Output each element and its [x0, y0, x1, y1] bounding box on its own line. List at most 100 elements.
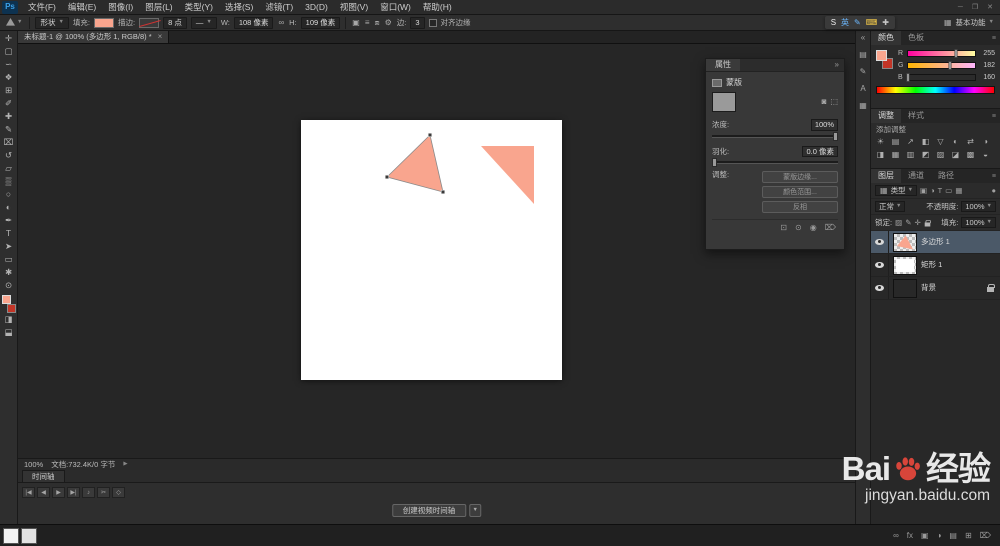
menu-item[interactable]: 图像(I) [102, 0, 139, 15]
frame-thumbnail[interactable] [3, 527, 19, 544]
fill-opacity-field[interactable]: 100% ▼ [961, 217, 996, 228]
channel-value[interactable]: 182 [979, 62, 995, 69]
menu-item[interactable]: 图层(L) [139, 0, 178, 15]
document-canvas[interactable] [301, 120, 562, 380]
clone-stamp-tool-icon[interactable]: ⌧ [0, 136, 18, 149]
zoom-tool-icon[interactable]: ⊙ [0, 279, 18, 292]
color-spectrum-bar[interactable] [876, 86, 995, 94]
link-dimensions-icon[interactable]: ∞ [277, 18, 285, 27]
invert-icon[interactable]: ◩ [918, 149, 933, 162]
sogou-icon[interactable]: S [831, 18, 836, 27]
tab-paths[interactable]: 路径 [931, 169, 961, 183]
menu-item[interactable]: 视图(V) [334, 0, 374, 15]
tab-adjustments[interactable]: 调整 [871, 109, 901, 123]
menu-item[interactable]: 帮助(H) [417, 0, 458, 15]
first-frame-button[interactable]: |◀ [22, 487, 35, 498]
exposure-icon[interactable]: ◧ [918, 136, 933, 149]
layer-thumbnail[interactable] [893, 232, 917, 252]
path-selection-tool-icon[interactable]: ➤ [0, 240, 18, 253]
tab-channels[interactable]: 通道 [901, 169, 931, 183]
posterize-icon[interactable]: ▨ [933, 149, 948, 162]
zoom-level[interactable]: 100% [24, 461, 43, 469]
tab-swatches[interactable]: 色板 [901, 31, 931, 45]
quick-selection-tool-icon[interactable]: ❖ [0, 71, 18, 84]
filter-toggle-icon[interactable]: ● [991, 187, 996, 195]
channel-ramp-slider[interactable] [907, 49, 976, 58]
channel-value[interactable]: 160 [979, 74, 995, 81]
pen-tool-icon[interactable]: ✒ [0, 214, 18, 227]
link-layers-icon[interactable]: ∞ [893, 531, 899, 540]
eraser-tool-icon[interactable]: ▱ [0, 162, 18, 175]
new-layer-icon[interactable]: ⊞ [965, 531, 972, 540]
levels-icon[interactable]: ▤ [888, 136, 903, 149]
screen-mode-icon[interactable]: ⬓ [0, 326, 18, 339]
panel-menu-icon[interactable]: ≡ [988, 109, 1000, 123]
channel-ramp-slider[interactable] [907, 61, 976, 70]
lock-option-icon[interactable]: ✎ [905, 219, 911, 227]
brush-panel-icon[interactable]: ✎ [860, 68, 867, 76]
width-field[interactable]: 108 像素 [233, 16, 274, 29]
delete-mask-icon[interactable]: ⌦ [825, 224, 836, 232]
marquee-tool-icon[interactable]: ▢ [0, 45, 18, 58]
color-balance-icon[interactable]: ⇄ [963, 136, 978, 149]
expand-panels-icon[interactable]: « [861, 34, 865, 42]
photo-filter-icon[interactable]: ◨ [873, 149, 888, 162]
tab-styles[interactable]: 样式 [901, 109, 931, 123]
menu-item[interactable]: 类型(Y) [179, 0, 219, 15]
height-field[interactable]: 109 像素 [300, 16, 341, 29]
background-color-swatch[interactable] [6, 304, 16, 313]
filter-smart-objects-icon[interactable]: ▦ [955, 187, 962, 195]
stroke-width-field[interactable]: 8 点 [163, 16, 187, 29]
channel-mixer-icon[interactable]: ▦ [888, 149, 903, 162]
sogou-icon[interactable]: ✚ [882, 18, 889, 27]
hand-tool-icon[interactable]: ✱ [0, 266, 18, 279]
menu-item[interactable]: 3D(D) [299, 0, 334, 15]
play-button[interactable]: ▶ [52, 487, 65, 498]
layer-thumbnail[interactable] [893, 255, 917, 275]
channel-ramp-slider[interactable] [906, 73, 976, 82]
create-video-timeline-button[interactable]: 创建视频时间轴 [391, 504, 467, 517]
panel-menu-icon[interactable]: ≡ [988, 31, 1000, 45]
split-button[interactable]: ✂ [97, 487, 110, 498]
status-popup-arrow-icon[interactable]: ▶ [123, 461, 127, 468]
shape-tool-icon[interactable]: ▭ [0, 253, 18, 266]
new-group-icon[interactable]: ▤ [949, 531, 957, 540]
frame-thumbnail[interactable] [21, 527, 37, 544]
layer-row-rectangle-1[interactable]: 矩形 1 [871, 254, 1000, 277]
threshold-icon[interactable]: ◪ [948, 149, 963, 162]
audio-button[interactable]: ♪ [82, 487, 95, 498]
lock-all-icon[interactable] [924, 219, 931, 226]
visibility-eye-icon[interactable] [875, 284, 884, 292]
toggle-mask-icon[interactable]: ◉ [810, 224, 817, 232]
menu-item[interactable]: 文件(F) [22, 0, 62, 15]
refine-button[interactable]: 反相 [762, 201, 838, 213]
prev-frame-button[interactable]: ◀ [37, 487, 50, 498]
add-mask-button[interactable]: ◙ [822, 98, 827, 106]
layer-row-polygon-1[interactable]: 多边形 1 [871, 231, 1000, 254]
blend-mode-select[interactable]: 正常 ▼ [875, 201, 906, 212]
layer-name[interactable]: 矩形 1 [921, 261, 942, 269]
foreground-color-swatch[interactable] [876, 50, 887, 61]
opacity-field[interactable]: 100% ▼ [961, 201, 996, 212]
new-adjustment-icon[interactable]: ◑ [937, 531, 942, 540]
layer-filter-select[interactable]: ▦ 类型 ▼ [875, 185, 918, 196]
clone-source-panel-icon[interactable]: ▦ [859, 102, 867, 110]
move-tool-icon[interactable]: ✛ [0, 32, 18, 45]
swatches-panel-icon[interactable]: ▤ [859, 51, 867, 59]
path-operation-icon[interactable]: ⧈ [374, 18, 381, 27]
foreground-background-swatches[interactable] [1, 295, 17, 313]
gradient-map-icon[interactable]: ▩ [963, 149, 978, 162]
healing-brush-tool-icon[interactable]: ✚ [0, 110, 18, 123]
mask-thumbnail[interactable] [712, 92, 736, 112]
transition-button[interactable]: ◇ [112, 487, 125, 498]
close-tab-icon[interactable]: × [158, 33, 163, 41]
eyedropper-tool-icon[interactable]: ✐ [0, 97, 18, 110]
timeline-type-dropdown[interactable]: ▼ [469, 504, 482, 517]
document-tab[interactable]: 未标题-1 @ 100% (多边形 1, RGB/8) * × [18, 31, 170, 43]
menu-item[interactable]: 编辑(E) [62, 0, 102, 15]
sides-field[interactable]: 3 [410, 16, 425, 29]
visibility-eye-icon[interactable] [875, 261, 884, 269]
stroke-swatch[interactable] [139, 17, 160, 28]
stroke-style-select[interactable]: — ▼ [190, 16, 217, 29]
next-frame-button[interactable]: ▶| [67, 487, 80, 498]
